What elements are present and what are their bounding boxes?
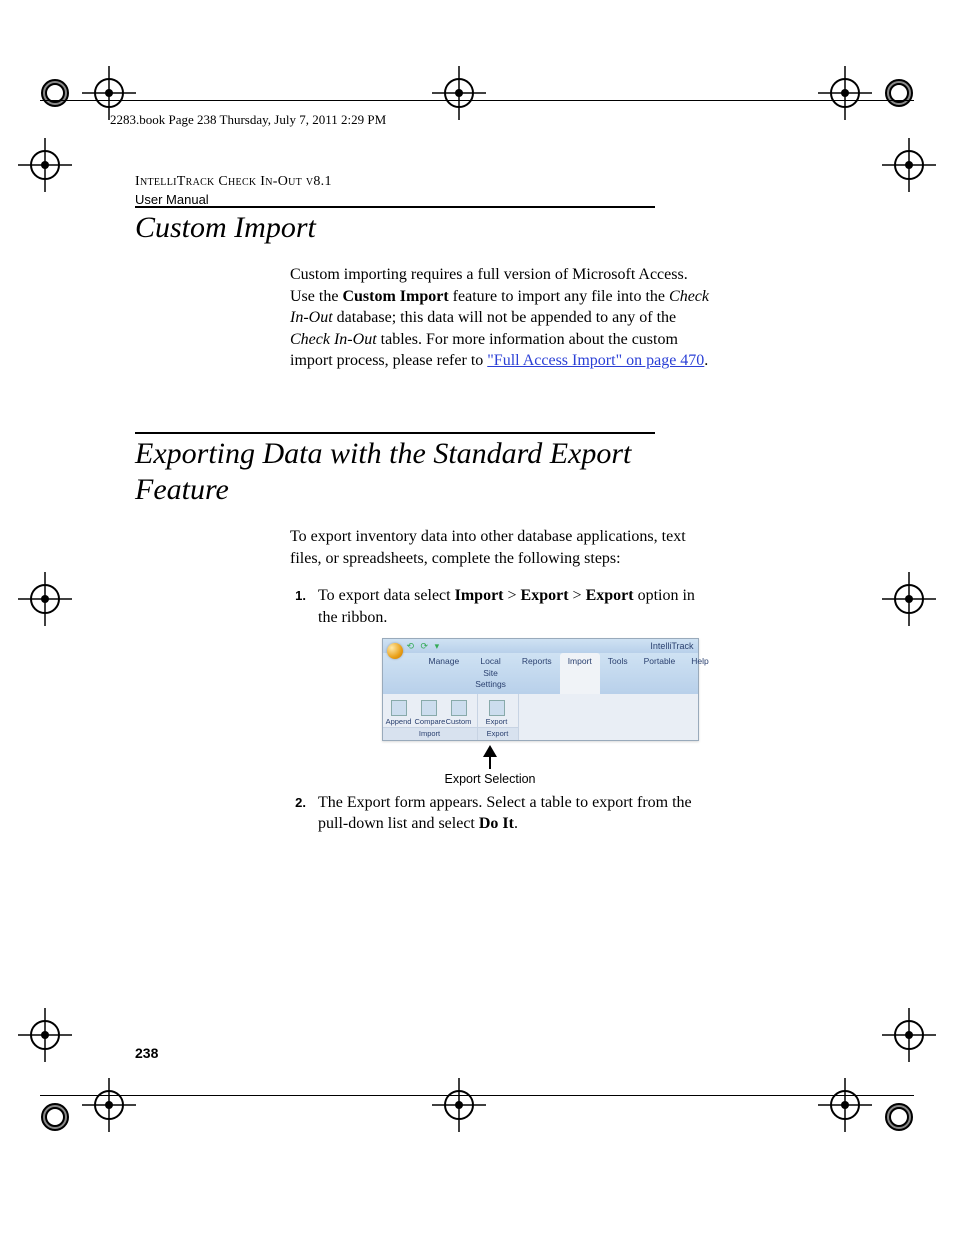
text: database; this data will not be appended… (333, 309, 676, 326)
group-label: Export (478, 727, 518, 740)
callout-arrow-icon (270, 745, 710, 769)
text-bold: Custom Import (342, 288, 448, 305)
regmark-crosshair-icon (432, 1078, 486, 1137)
text: To export data select (318, 587, 455, 604)
step-number: 2. (290, 794, 306, 835)
ribbon-tabs: Manage Local Site Settings Reports Impor… (383, 653, 698, 693)
regmark-crosshair-icon (882, 572, 936, 631)
export-icon (489, 700, 505, 716)
figure-caption: Export Selection (270, 771, 710, 788)
section-title-custom-import: Custom Import (135, 210, 665, 246)
regmark-crosshair-icon (18, 138, 72, 197)
regmark-crosshair-icon (882, 138, 936, 197)
footer-rule (40, 1095, 914, 1096)
ribbon-tab-reports[interactable]: Reports (514, 653, 560, 693)
running-head: IntelliTrack Check In-Out v8.1 User Manu… (135, 174, 332, 207)
append-icon (391, 700, 407, 716)
office-orb-icon (387, 643, 403, 659)
btn-label: Export (486, 717, 508, 726)
text-bold: Export (521, 587, 569, 604)
header-rule (40, 100, 914, 101)
text: > (504, 587, 521, 604)
ribbon-titlebar: ⟲ ⟳ ▾ IntelliTrack (383, 639, 698, 653)
text-bold: Do It (479, 815, 514, 832)
regmark-crosshair-icon (818, 66, 872, 125)
custom-icon (451, 700, 467, 716)
step-number: 1. (290, 587, 306, 628)
ribbon-btn-compare[interactable]: Compare (415, 700, 443, 726)
figure-export-ribbon: ⟲ ⟳ ▾ IntelliTrack Manage Local Site Set… (370, 638, 710, 787)
regmark-donut-icon (884, 1102, 914, 1137)
ribbon-tab-manage[interactable]: Manage (421, 653, 468, 693)
section-rule (135, 432, 655, 434)
ribbon-btn-custom[interactable]: Custom (445, 700, 473, 726)
text: > (569, 587, 586, 604)
ribbon-brand: IntelliTrack (650, 640, 693, 652)
regmark-donut-icon (884, 78, 914, 113)
regmark-donut-icon (40, 1102, 70, 1137)
text: . (514, 815, 518, 832)
regmark-crosshair-icon (818, 1078, 872, 1137)
regmark-crosshair-icon (882, 1008, 936, 1067)
ribbon-tab-import[interactable]: Import (560, 653, 600, 693)
ribbon-btn-export[interactable]: Export (480, 700, 514, 726)
ribbon-tab-tools[interactable]: Tools (600, 653, 636, 693)
regmark-crosshair-icon (432, 66, 486, 125)
section2-intro: To export inventory data into other data… (290, 526, 710, 569)
ribbon-group-export: Export Export (478, 694, 519, 740)
text-italic: Check In-Out (290, 331, 377, 348)
ribbon-tab-help[interactable]: Help (683, 653, 716, 693)
ribbon-group-import: Append Compare Custom Import (383, 694, 478, 740)
step-1: 1. To export data select Import > Export… (290, 585, 710, 628)
text-bold: Export (586, 587, 634, 604)
text: feature to import any file into the (449, 288, 669, 305)
running-head-product: IntelliTrack Check In-Out v8.1 (135, 174, 332, 190)
ribbon-tab-local-site-settings[interactable]: Local Site Settings (467, 653, 514, 693)
btn-label: Custom (446, 717, 472, 726)
book-header: 2283.book Page 238 Thursday, July 7, 201… (110, 112, 386, 128)
regmark-donut-icon (40, 78, 70, 113)
qat-icons: ⟲ ⟳ ▾ (407, 640, 442, 652)
section-title-exporting: Exporting Data with the Standard Export … (135, 436, 665, 508)
regmark-crosshair-icon (18, 572, 72, 631)
section-rule (135, 206, 655, 208)
compare-icon (421, 700, 437, 716)
page-content: Custom Import Custom importing requires … (135, 206, 665, 845)
text: To export inventory data into other data… (290, 526, 710, 569)
cross-reference-link[interactable]: "Full Access Import" on page 470 (487, 352, 704, 369)
btn-label: Append (386, 717, 412, 726)
print-page: 2283.book Page 238 Thursday, July 7, 201… (0, 0, 954, 1235)
running-head-manual: User Manual (135, 192, 332, 207)
text: . (704, 352, 708, 369)
page-number: 238 (135, 1045, 158, 1061)
ribbon-tab-portable[interactable]: Portable (636, 653, 684, 693)
ribbon-btn-append[interactable]: Append (385, 700, 413, 726)
ribbon-panel: Append Compare Custom Import Export (383, 694, 698, 740)
section1-body: Custom importing requires a full version… (290, 264, 710, 372)
regmark-crosshair-icon (82, 1078, 136, 1137)
btn-label: Compare (415, 717, 446, 726)
ribbon-screenshot: ⟲ ⟳ ▾ IntelliTrack Manage Local Site Set… (382, 638, 699, 740)
step-2: 2. The Export form appears. Select a tab… (290, 792, 710, 835)
regmark-crosshair-icon (18, 1008, 72, 1067)
steps-list: 1. To export data select Import > Export… (290, 585, 710, 835)
text-bold: Import (455, 587, 504, 604)
group-label: Import (383, 727, 477, 740)
